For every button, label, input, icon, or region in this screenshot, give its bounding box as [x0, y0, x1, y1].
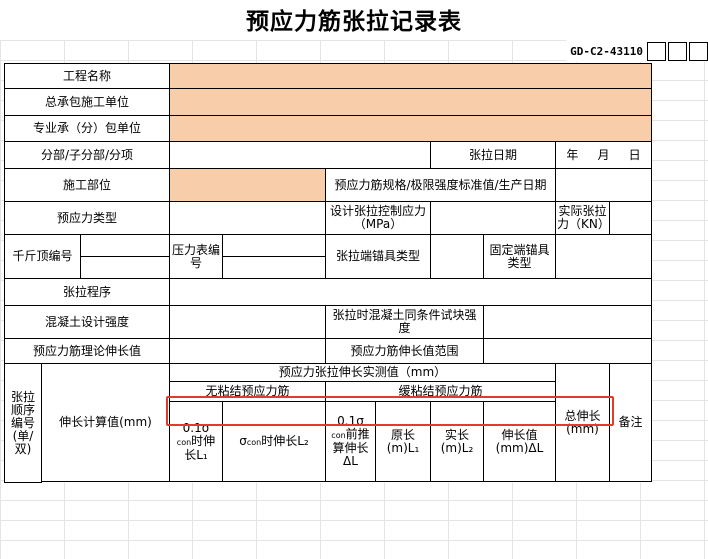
input-theoretical-elongation[interactable] [169, 338, 326, 364]
label-general-contractor: 总承包施工单位 [4, 88, 170, 116]
input-sub-contractor[interactable] [169, 115, 652, 142]
label-anchor-tension: 张拉端锚具类型 [325, 234, 431, 279]
date-year: 年 [566, 147, 579, 162]
input-anchor-fixed[interactable] [555, 234, 652, 279]
input-jack-no-2[interactable] [80, 256, 170, 279]
col-01-elongation: 0.1σ con时伸长L₁ [169, 401, 223, 482]
label-total-elongation: 总伸长(mm) [555, 363, 610, 482]
label-unbonded: 无粘结预应力筋 [169, 381, 326, 402]
input-prestress-type[interactable] [169, 201, 326, 235]
code-box-2[interactable] [668, 41, 687, 61]
label-tension-sequence: 张拉顺序编号(单/双) [4, 363, 42, 483]
col-actual-length: 实长(m)L₂ [430, 401, 484, 482]
input-sub-project[interactable] [169, 141, 431, 169]
col-original-length: 原长(m)L₁ [375, 401, 431, 482]
input-jack-no-1[interactable] [80, 234, 170, 257]
label-jack-no: 千斤顶编号 [4, 234, 81, 279]
input-general-contractor[interactable] [169, 88, 652, 116]
input-gauge-no-2[interactable] [222, 256, 326, 279]
label-tension-procedure: 张拉程序 [4, 278, 170, 306]
label-sub-contractor: 专业承（分）包单位 [4, 115, 170, 142]
label-calc-elongation: 伸长计算值(mm) [41, 363, 170, 482]
label-prestress-type: 预应力类型 [4, 201, 170, 235]
label-concrete-design-strength: 混凝土设计强度 [4, 305, 170, 339]
label-project-name: 工程名称 [4, 63, 170, 89]
label-design-control-stress: 设计张拉控制应力（MPa） [325, 201, 431, 235]
code-box-1[interactable] [647, 41, 666, 61]
col-push-elongation: 0.1σ con前推算伸长ΔL [325, 401, 376, 482]
label-tension-date: 张拉日期 [430, 141, 556, 169]
code-box-3[interactable] [689, 41, 708, 61]
label-anchor-fixed: 固定端锚具类型 [483, 234, 556, 279]
form-code-row: GD-C2-43110 [566, 40, 708, 62]
input-tendon-spec[interactable] [555, 168, 652, 202]
form-code: GD-C2-43110 [570, 44, 643, 58]
label-theoretical-elongation: 预应力筋理论伸长值 [4, 338, 170, 364]
label-measured-header: 预应力张拉伸长实测值（mm） [169, 363, 556, 382]
input-concrete-cube-strength[interactable] [483, 305, 652, 339]
input-concrete-design-strength[interactable] [169, 305, 326, 339]
label-elongation-range: 预应力筋伸长值范围 [325, 338, 484, 364]
date-day: 日 [628, 147, 641, 162]
input-anchor-tension[interactable] [430, 234, 484, 279]
input-tension-date[interactable]: 年 月 日 [555, 141, 652, 169]
label-construction-part: 施工部位 [4, 168, 170, 202]
record-table: 工程名称 总承包施工单位 专业承（分）包单位 分部/子分部/分项 张拉日期 年 … [4, 63, 652, 483]
input-tension-procedure[interactable] [169, 278, 652, 306]
label-concrete-cube-strength: 张拉时混凝土同条件试块强度 [325, 305, 484, 339]
label-gauge-no: 压力表编号 [169, 234, 223, 279]
input-design-control-stress[interactable] [430, 201, 556, 235]
form-title: 预应力筋张拉记录表 [0, 0, 708, 40]
input-construction-part[interactable] [169, 168, 326, 202]
label-actual-force: 实际张拉力（KN） [555, 201, 610, 235]
input-project-name[interactable] [169, 63, 652, 89]
col-con-elongation: σcon时伸长L₂ [222, 401, 326, 482]
input-gauge-no-1[interactable] [222, 234, 326, 257]
label-tendon-spec: 预应力筋规格/极限强度标准值/生产日期 [325, 168, 556, 202]
date-month: 月 [597, 147, 610, 162]
label-remark: 备注 [609, 363, 652, 482]
input-actual-force[interactable] [609, 201, 652, 235]
label-sub-project: 分部/子分部/分项 [4, 141, 170, 169]
col-elong-value: 伸长值(mm)ΔL [483, 401, 556, 482]
input-elongation-range[interactable] [483, 338, 652, 364]
label-bonded: 缓粘结预应力筋 [325, 381, 556, 402]
